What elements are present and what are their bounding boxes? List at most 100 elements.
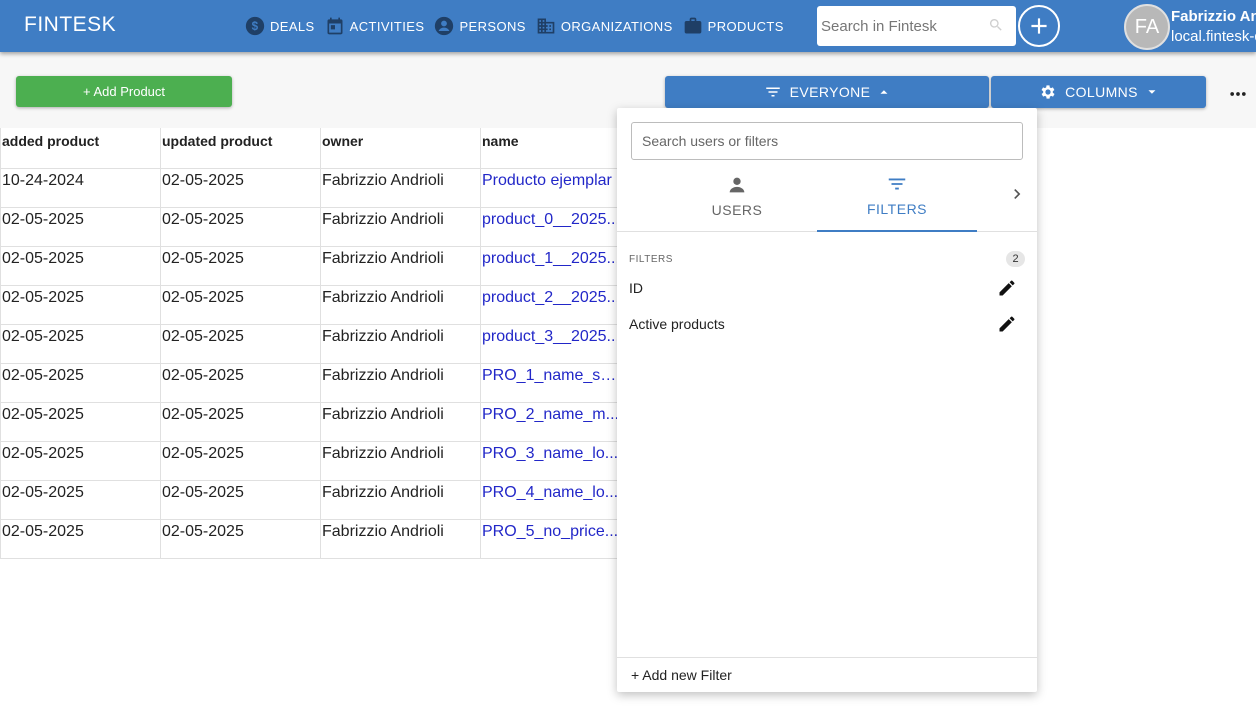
updated-cell: 02-05-2025 [160,206,321,246]
owner-cell: Fabrizzio Andrioli [320,284,481,324]
owner-cell: Fabrizzio Andrioli [320,206,481,246]
nav-persons-label: PERSONS [459,18,526,34]
dropdown-search-input[interactable] [632,123,1022,159]
table-row[interactable]: 02-05-2025 02-05-2025 Fabrizzio Andrioli PR… [0,479,621,519]
added-cell: 02-05-2025 [0,245,161,285]
tab-filters-label: FILTERS [866,201,928,217]
person-icon [435,16,454,36]
product-name-link[interactable]: PRO_4_name_lo... [480,479,621,519]
building-icon [537,18,555,34]
owner-cell: Fabrizzio Andrioli [320,440,481,480]
columns-label: COLUMNS [1065,84,1138,100]
table-row[interactable]: 02-05-2025 02-05-2025 Fabrizzio Andrioli PR… [0,440,621,480]
updated-cell: 02-05-2025 [160,323,321,363]
added-cell: 02-05-2025 [0,284,161,324]
calendar-icon [327,17,343,35]
filter-label: ID [629,280,643,296]
table-row[interactable]: 02-05-2025 02-05-2025 Fabrizzio Andrioli PR… [0,518,621,559]
updated-cell: 02-05-2025 [160,440,321,480]
filter-item-id[interactable]: ID [617,271,1037,307]
filters-section-label: FILTERS [629,254,673,265]
everyone-label: EVERYONE [789,84,871,100]
owner-cell: Fabrizzio Andrioli [320,323,481,363]
column-header-added-product[interactable]: added product [0,128,161,168]
owner-cell: Fabrizzio Andrioli [320,362,481,402]
table-row[interactable]: 02-05-2025 02-05-2025 Fabrizzio Andrioli pr… [0,284,621,324]
nav-products[interactable]: PRODUCTS [683,16,784,36]
table-row[interactable]: 02-05-2025 02-05-2025 Fabrizzio Andrioli pr… [0,206,621,246]
filter-dropdown-panel: USERS FILTERS FILTERS 2 ID Active produc… [617,108,1037,692]
filter-item-active-products[interactable]: Active products [617,307,1037,343]
dropdown-search [631,122,1023,160]
table-row[interactable]: 10-24-2024 02-05-2025 Fabrizzio Andrioli Pr… [0,167,621,207]
pencil-icon[interactable] [997,314,1017,334]
nav-activities[interactable]: ACTIVITIES [325,16,425,36]
updated-cell: 02-05-2025 [160,401,321,441]
tab-users[interactable]: USERS [657,160,817,232]
filters-count-badge: 2 [1006,251,1025,267]
filter-icon [765,87,780,97]
columns-button[interactable]: COLUMNS [991,76,1206,108]
avatar[interactable]: FA [1124,4,1170,50]
added-cell: 02-05-2025 [0,323,161,363]
product-name-link[interactable]: product_0__2025... [480,206,621,246]
person-icon [729,177,745,193]
product-name-link[interactable]: product_2__2025... [480,284,621,324]
nav-deals-label: DEALS [270,18,315,34]
product-name-link[interactable]: PRO_3_name_lo... [480,440,621,480]
nav-persons[interactable]: PERSONS [434,16,525,36]
products-table: added product updated product owner name… [0,128,621,559]
main-nav: $ DEALS ACTIVITIES PERSONS ORGANIZATIONS… [245,0,794,52]
product-name-link[interactable]: Producto ejemplar [480,167,621,207]
pencil-icon[interactable] [997,278,1017,298]
added-cell: 02-05-2025 [0,362,161,402]
dropdown-footer: + Add new Filter [617,657,1037,692]
search-icon[interactable] [988,17,1004,33]
owner-cell: Fabrizzio Andrioli [320,245,481,285]
quick-add-button[interactable] [1018,5,1060,47]
chevron-right-icon [1014,189,1021,199]
everyone-filter-button[interactable]: EVERYONE [665,76,989,108]
added-cell: 10-24-2024 [0,167,161,207]
tab-scroll-next-button[interactable] [1005,182,1029,206]
updated-cell: 02-05-2025 [160,479,321,519]
add-product-button[interactable]: + Add Product [16,76,232,107]
nav-activities-label: ACTIVITIES [349,18,425,34]
product-name-link[interactable]: PRO_5_no_price... [480,518,621,559]
global-search [817,6,1016,46]
brand-logo[interactable]: FINTESK [24,13,116,37]
dollar-icon: $ [245,16,265,36]
updated-cell: 02-05-2025 [160,245,321,285]
column-header-owner[interactable]: owner [320,128,481,168]
column-header-updated-product[interactable]: updated product [160,128,321,168]
owner-cell: Fabrizzio Andrioli [320,479,481,519]
more-options-button[interactable] [1226,82,1250,106]
updated-cell: 02-05-2025 [160,518,321,559]
added-cell: 02-05-2025 [0,479,161,519]
caret-down-icon [1148,90,1156,94]
add-new-filter-button[interactable]: + Add new Filter [631,667,732,683]
table-row[interactable]: 02-05-2025 02-05-2025 Fabrizzio Andrioli pr… [0,323,621,363]
nav-organizations[interactable]: ORGANIZATIONS [536,16,673,36]
filter-icon [888,178,906,190]
table-row[interactable]: 02-05-2025 02-05-2025 Fabrizzio Andrioli PR… [0,401,621,441]
dropdown-tabs: USERS FILTERS [617,160,1037,232]
column-header-name[interactable]: name [480,128,621,168]
product-name-link[interactable]: product_1__2025... [480,245,621,285]
product-name-link[interactable]: PRO_1_name_sh... [480,362,621,402]
table-row[interactable]: 02-05-2025 02-05-2025 Fabrizzio Andrioli PR… [0,362,621,402]
nav-products-label: PRODUCTS [707,18,784,34]
global-search-input[interactable] [817,6,987,46]
product-name-link[interactable]: PRO_2_name_m... [480,401,621,441]
top-app-bar: FINTESK $ DEALS ACTIVITIES PERSONS ORGAN… [0,0,1256,52]
table-row[interactable]: 02-05-2025 02-05-2025 Fabrizzio Andrioli pr… [0,245,621,285]
tab-filters[interactable]: FILTERS [817,160,977,232]
nav-deals[interactable]: $ DEALS [245,16,315,36]
user-name: Fabrizzio An [1171,8,1256,25]
caret-up-icon [880,90,888,94]
gear-icon [1041,85,1055,99]
product-name-link[interactable]: product_3__2025... [480,323,621,363]
user-menu[interactable]: FA Fabrizzio An local.fintesk-d [1124,2,1256,50]
more-horizontal-icon [1230,92,1246,96]
tab-users-label: USERS [711,202,763,218]
